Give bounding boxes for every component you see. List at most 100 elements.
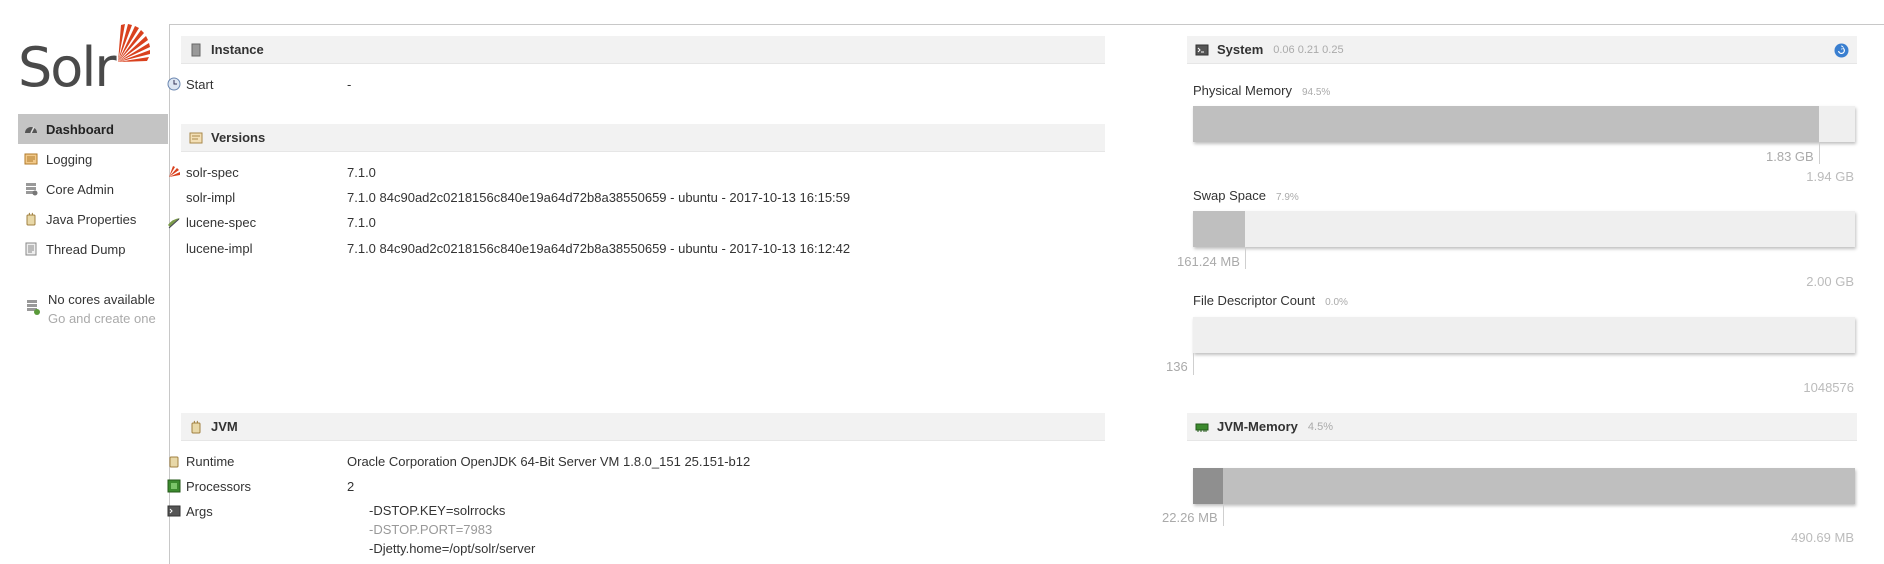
create-core-link[interactable]: Go and create one xyxy=(48,309,156,328)
jvm-memory-percent: 4.5% xyxy=(1307,420,1333,433)
jvm-memory-header: JVM-Memory 4.5% xyxy=(1187,413,1857,441)
swap-space-percent: 7.9% xyxy=(1276,192,1299,203)
version-value: 7.1.0 xyxy=(347,164,376,180)
jvm-memory-title: JVM-Memory xyxy=(1217,419,1298,434)
jvm-title: JVM xyxy=(211,419,238,434)
nav-label: Java Properties xyxy=(46,211,137,227)
java-icon xyxy=(169,456,179,468)
nav-item-dashboard[interactable]: Dashboard xyxy=(18,114,168,144)
version-value: 7.1.0 84c90ad2c0218156c840e19a64d72b8a38… xyxy=(347,240,851,256)
refresh-icon[interactable] xyxy=(1834,43,1849,58)
jvm-memory-used-fill xyxy=(1193,468,1223,504)
java-icon xyxy=(191,420,201,433)
runtime-label: Runtime xyxy=(186,453,235,469)
dashboard-icon xyxy=(25,126,37,134)
physical-memory-bar xyxy=(1193,106,1855,142)
system-title: System xyxy=(1217,42,1264,57)
runtime-value: Oracle Corporation OpenJDK 64-Bit Server… xyxy=(347,453,751,469)
swap-space-used-fill xyxy=(1193,211,1245,247)
versions-title: Versions xyxy=(211,130,266,145)
clock-icon xyxy=(167,77,181,91)
jvm-arg: -DSTOP.PORT=7983 xyxy=(369,522,493,537)
nav-label: Dashboard xyxy=(46,121,114,137)
physical-memory-title: Physical Memory xyxy=(1193,83,1292,98)
version-key: solr-spec xyxy=(186,164,239,180)
instance-title: Instance xyxy=(211,42,264,57)
physical-memory-used: 1.83 GB xyxy=(1766,149,1814,164)
jvm-memory-total: 490.69 MB xyxy=(1791,530,1854,545)
swap-space-total: 2.00 GB xyxy=(1806,274,1854,289)
jvm-memory-bar xyxy=(1193,468,1855,504)
versions-icon xyxy=(189,132,203,143)
file-descriptor-bar xyxy=(1193,317,1855,353)
nav-item-java-properties[interactable]: Java Properties xyxy=(18,204,168,234)
versions-header: Versions xyxy=(181,124,1105,152)
logging-icon xyxy=(24,153,38,165)
file-descriptor-percent: 0.0% xyxy=(1325,297,1348,308)
start-value: - xyxy=(347,76,352,92)
file-descriptor-title: File Descriptor Count xyxy=(1193,293,1316,308)
version-value: 7.1.0 xyxy=(347,214,376,230)
file-descriptor-used-tick xyxy=(1193,353,1194,375)
sidebar-nav: Dashboard Logging Core Admin Java Proper… xyxy=(18,114,168,264)
physical-memory-percent: 94.5% xyxy=(1301,87,1331,98)
file-descriptor-used: 136 xyxy=(1166,359,1188,374)
terminal-icon xyxy=(167,505,181,517)
jvm-processors-row: Processors 2 xyxy=(167,474,355,498)
solr-icon xyxy=(169,166,180,177)
jvm-memory-committed-fill xyxy=(1193,468,1855,504)
system-terminal-icon xyxy=(1195,44,1209,55)
solr-sun-icon xyxy=(118,24,150,62)
jvm-args-row: Args xyxy=(167,499,347,523)
physical-memory-used-tick xyxy=(1819,142,1820,164)
version-row: lucene-spec 7.1.0 xyxy=(168,210,376,234)
system-load: 0.06 0.21 0.25 xyxy=(1273,43,1344,56)
nav-label: Thread Dump xyxy=(46,241,126,257)
args-label: Args xyxy=(186,503,213,519)
instance-start-row: Start - xyxy=(167,72,352,96)
file-descriptor-label: File Descriptor Count 0.0% xyxy=(1193,293,1348,308)
swap-space-label: Swap Space 7.9% xyxy=(1193,188,1299,203)
jvm-memory-used: 22.26 MB xyxy=(1162,510,1218,525)
nav-label: Core Admin xyxy=(46,181,114,197)
logo-text: Solr xyxy=(18,36,117,99)
thread-dump-icon xyxy=(25,242,37,256)
processors-label: Processors xyxy=(186,478,252,494)
swap-space-bar xyxy=(1193,211,1855,247)
version-key: lucene-impl xyxy=(186,240,253,256)
version-key: lucene-spec xyxy=(186,214,257,230)
swap-space-title: Swap Space xyxy=(1193,188,1266,203)
swap-space-used-tick xyxy=(1245,247,1246,269)
version-row: solr-spec 7.1.0 xyxy=(169,160,376,184)
lucene-icon xyxy=(168,218,180,229)
version-value: 7.1.0 84c90ad2c0218156c840e19a64d72b8a38… xyxy=(347,189,851,205)
jvm-header: JVM xyxy=(181,413,1105,441)
file-descriptor-total: 1048576 xyxy=(1803,380,1854,395)
jvm-runtime-row: Runtime Oracle Corporation OpenJDK 64-Bi… xyxy=(169,449,751,473)
processors-value: 2 xyxy=(347,478,355,494)
no-cores-notice[interactable]: No cores available Go and create one xyxy=(18,290,156,328)
nav-item-thread-dump[interactable]: Thread Dump xyxy=(18,234,168,264)
version-row: lucene-impl 7.1.0 84c90ad2c0218156c840e1… xyxy=(186,236,850,260)
physical-memory-total: 1.94 GB xyxy=(1806,169,1854,184)
no-cores-icon xyxy=(27,300,40,315)
nav-label: Logging xyxy=(46,151,93,167)
nav-item-logging[interactable]: Logging xyxy=(18,144,168,174)
jvm-memory-used-tick xyxy=(1223,504,1224,526)
instance-header: Instance xyxy=(181,36,1105,64)
processor-icon xyxy=(167,479,181,493)
instance-icon xyxy=(191,43,201,56)
start-label: Start xyxy=(186,76,214,92)
solr-logo[interactable]: Solr xyxy=(18,22,153,99)
nav-item-core-admin[interactable]: Core Admin xyxy=(18,174,168,204)
memory-icon xyxy=(1195,423,1209,432)
swap-space-used: 161.24 MB xyxy=(1177,254,1240,269)
physical-memory-label: Physical Memory 94.5% xyxy=(1193,83,1330,98)
core-admin-icon xyxy=(26,183,38,196)
system-header: System 0.06 0.21 0.25 xyxy=(1187,36,1857,64)
jvm-arg: -DSTOP.KEY=solrrocks xyxy=(369,503,506,518)
jvm-arg: -Djetty.home=/opt/solr/server xyxy=(369,541,536,556)
java-properties-icon xyxy=(26,212,36,226)
version-row: solr-impl 7.1.0 84c90ad2c0218156c840e19a… xyxy=(186,185,850,209)
physical-memory-used-fill xyxy=(1193,106,1819,142)
